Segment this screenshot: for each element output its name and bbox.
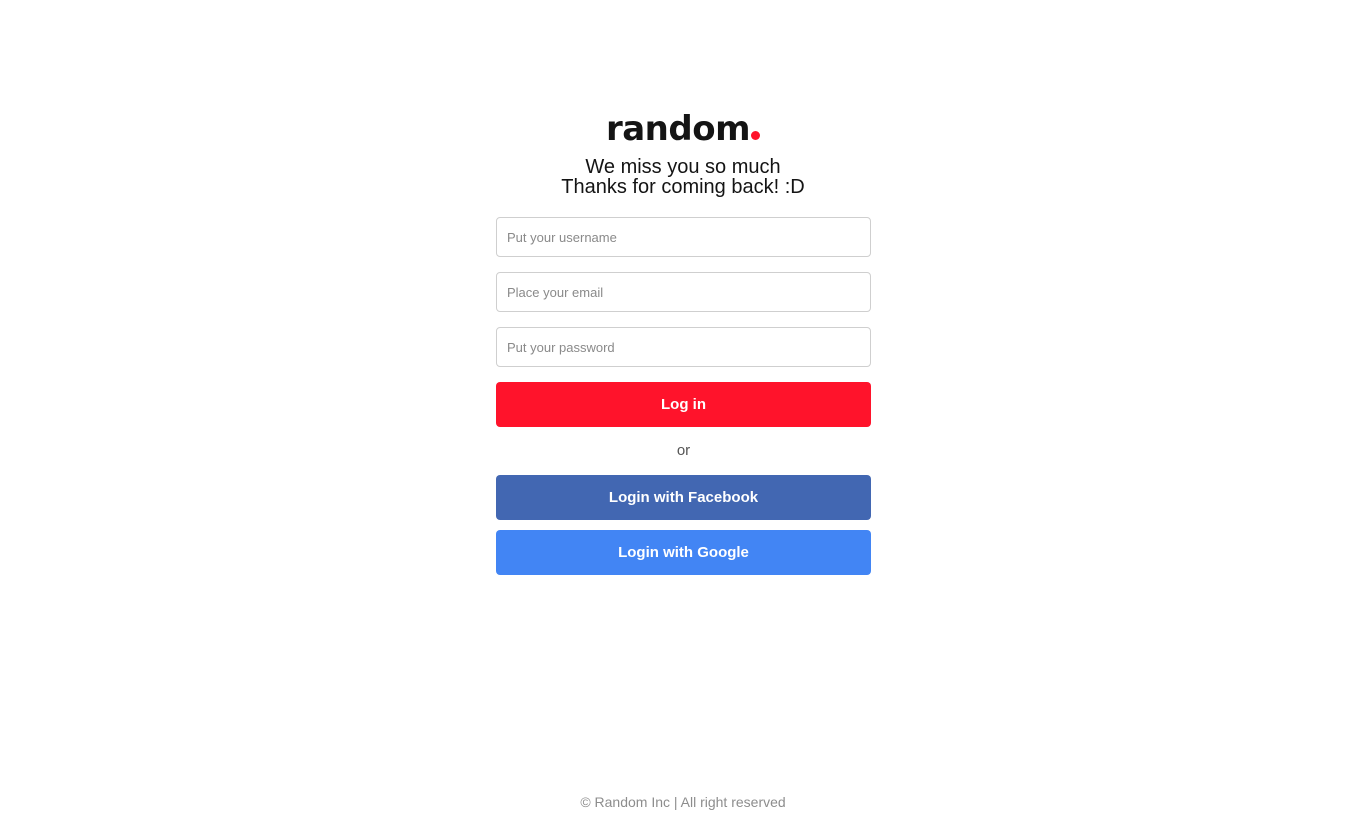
username-input[interactable] (496, 217, 871, 257)
footer-copyright: © Random Inc | All right reserved (580, 794, 786, 810)
login-button[interactable]: Log in (496, 382, 871, 427)
login-page: random We miss you so much Thanks for co… (0, 0, 1366, 832)
login-form: Log in or Login with Facebook Login with… (496, 217, 871, 575)
brand-name: random (605, 109, 751, 149)
greeting: We miss you so much Thanks for coming ba… (0, 157, 1366, 197)
brand-dot-icon (751, 131, 761, 140)
email-input[interactable] (496, 272, 871, 312)
greeting-line-2: Thanks for coming back! :D (561, 176, 805, 198)
greeting-line-1: We miss you so much (585, 156, 781, 178)
facebook-login-button[interactable]: Login with Facebook (496, 475, 871, 520)
or-separator: or (676, 442, 691, 459)
brand-logo: random (0, 108, 1366, 150)
password-input[interactable] (496, 327, 871, 367)
google-login-button[interactable]: Login with Google (496, 530, 871, 575)
